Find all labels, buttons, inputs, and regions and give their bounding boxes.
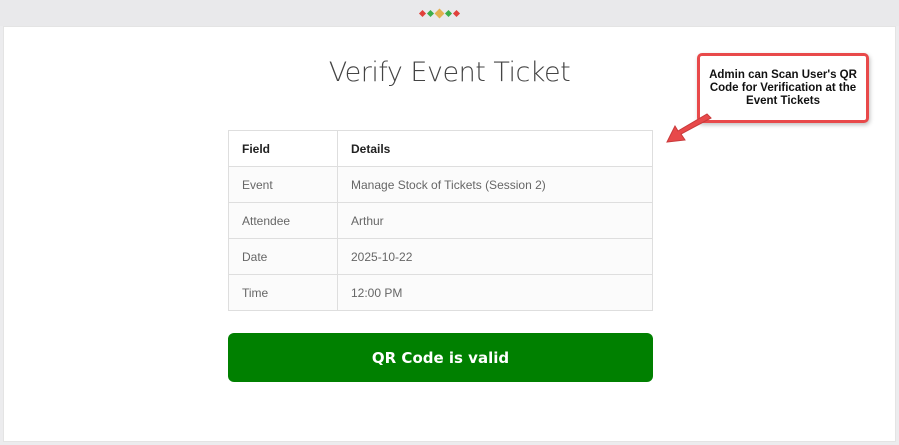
field-label-time: Time (228, 274, 338, 311)
field-label-attendee: Attendee (228, 202, 338, 239)
field-value-time: 12:00 PM (337, 274, 653, 311)
table-row: Time 12:00 PM (228, 274, 653, 311)
decorative-dots-icon (418, 7, 461, 19)
ticket-details-table: Field Details Event Manage Stock of Tick… (228, 130, 653, 311)
table-header-row: Field Details (228, 130, 653, 167)
top-bar (0, 0, 899, 26)
table-row: Attendee Arthur (228, 202, 653, 239)
table-row: Date 2025-10-22 (228, 238, 653, 275)
field-label-event: Event (228, 166, 338, 203)
annotation-callout: Admin can Scan User's QR Code for Verifi… (697, 53, 869, 123)
table-row: Event Manage Stock of Tickets (Session 2… (228, 166, 653, 203)
qr-valid-status-button[interactable]: QR Code is valid (228, 333, 653, 382)
callout-arrow-icon (666, 113, 712, 143)
column-header-field: Field (228, 130, 338, 167)
field-value-event: Manage Stock of Tickets (Session 2) (337, 166, 653, 203)
field-value-date: 2025-10-22 (337, 238, 653, 275)
field-value-attendee: Arthur (337, 202, 653, 239)
field-label-date: Date (228, 238, 338, 275)
column-header-details: Details (337, 130, 653, 167)
